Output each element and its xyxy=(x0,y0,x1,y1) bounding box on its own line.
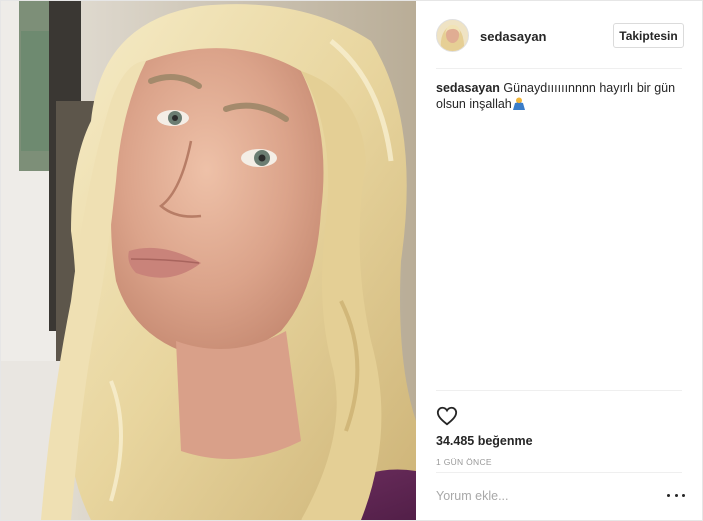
praying-person-emoji-icon xyxy=(512,97,526,110)
likes-count[interactable]: 34.485 beğenme xyxy=(436,434,533,448)
post-photo[interactable] xyxy=(1,1,416,520)
caption-username[interactable]: sedasayan xyxy=(436,81,500,95)
header-divider xyxy=(436,68,682,69)
post-timestamp[interactable]: 1 GÜN ÖNCE xyxy=(436,457,492,467)
like-heart-icon[interactable] xyxy=(436,405,458,427)
selfie-image xyxy=(1,1,416,520)
author-username[interactable]: sedasayan xyxy=(480,29,547,44)
post-dialog: sedasayan Takiptesin sedasayan Günaydııı… xyxy=(0,0,703,521)
post-side-panel: sedasayan Takiptesin sedasayan Günaydııı… xyxy=(416,1,702,520)
comment-divider xyxy=(436,472,682,473)
profile-avatar[interactable] xyxy=(436,19,469,52)
following-button[interactable]: Takiptesin xyxy=(613,23,684,48)
add-comment-input[interactable] xyxy=(436,485,656,507)
actions-divider xyxy=(436,390,682,391)
avatar-icon xyxy=(437,20,468,51)
post-caption: sedasayan Günaydıııııınnnn hayırlı bir g… xyxy=(436,80,686,112)
post-header: sedasayan Takiptesin xyxy=(416,1,702,69)
more-options-icon[interactable] xyxy=(667,488,685,502)
